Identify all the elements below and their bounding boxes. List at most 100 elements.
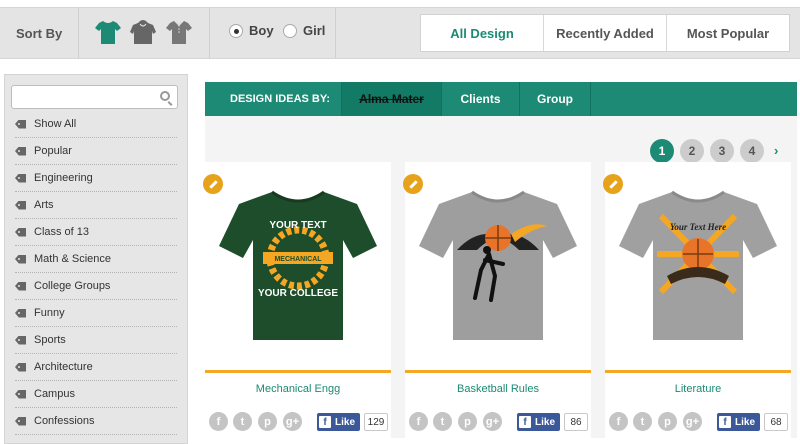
product-card[interactable]: MECHANICAL YOUR TEXT YOUR COLLEGE Mechan… [203,162,391,438]
sort-by-label: Sort By [16,26,63,41]
tag-icon [15,362,26,372]
like-label: Like [535,416,556,428]
pinterest-icon[interactable]: p [258,412,277,431]
category-label: Confessions [34,415,95,427]
like-label: Like [735,416,756,428]
tag-icon [15,308,26,318]
category-label: Engineering [34,172,93,184]
svg-text:MECHANICAL: MECHANICAL [274,256,322,263]
category-label: Funny [34,307,65,319]
facebook-like-button[interactable]: f Like [517,413,560,431]
twitter-icon[interactable]: t [433,412,452,431]
category-label: Sports [34,334,66,346]
like-count: 68 [764,413,788,431]
facebook-icon[interactable]: f [409,412,428,431]
category-sidebar: Show All Popular Engineering Arts Class … [4,74,188,444]
pinterest-icon[interactable]: p [458,412,477,431]
facebook-like-button[interactable]: f Like [717,413,760,431]
search-icon[interactable] [160,91,170,101]
category-label: Show All [34,118,77,130]
google-plus-icon[interactable]: g+ [683,412,702,431]
category-label: Architecture [34,361,93,373]
tag-icon [15,335,26,345]
product-card[interactable]: Your Text Here Literature f t p g+ f Like… [603,162,791,438]
tshirt-literature-image[interactable]: Your Text Here [617,180,779,350]
gender-girl-radio[interactable]: Girl [283,23,325,38]
page-3-button[interactable]: 3 [710,139,734,163]
product-title[interactable]: Mechanical Engg [205,383,391,395]
category-show-all[interactable]: Show All [15,111,177,138]
category-confessions[interactable]: Confessions [15,408,177,435]
svg-text:Your Text Here: Your Text Here [670,222,726,232]
category-campus[interactable]: Campus [15,381,177,408]
gender-girl-label: Girl [303,23,326,38]
category-label: Class of 13 [34,226,90,238]
facebook-icon[interactable]: f [209,412,228,431]
tshirt-icon[interactable] [94,18,122,46]
page-4-button[interactable]: 4 [740,139,764,163]
tag-icon [15,254,26,264]
design-by-clients[interactable]: Clients [441,82,519,116]
tag-icon [15,146,26,156]
design-by-group[interactable]: Group [519,82,591,116]
category-arts[interactable]: Arts [15,192,177,219]
divider [78,8,79,58]
tab-all-design[interactable]: All Design [421,15,544,51]
category-math-science[interactable]: Math & Science [15,246,177,273]
tshirt-basketball-image[interactable] [417,180,579,350]
tshirt-mechanical-image[interactable]: MECHANICAL YOUR TEXT YOUR COLLEGE [217,180,379,350]
svg-text:YOUR TEXT: YOUR TEXT [269,220,326,231]
tag-icon [15,119,26,129]
tab-recently-added[interactable]: Recently Added [544,15,667,51]
category-funny[interactable]: Funny [15,300,177,327]
divider [209,8,210,58]
facebook-f-icon: f [719,416,731,428]
product-card[interactable]: Basketball Rules f t p g+ f Like 86 [403,162,591,438]
facebook-f-icon: f [319,416,331,428]
category-popular[interactable]: Popular [15,138,177,165]
polo-icon[interactable] [165,18,193,46]
facebook-like-button[interactable]: f Like [317,413,360,431]
design-by-alma-mater[interactable]: Alma Mater [341,82,441,116]
divider [605,370,791,373]
category-engineering[interactable]: Engineering [15,165,177,192]
category-label: Math & Science [34,253,112,265]
sort-bar: Sort By Boy Girl All Design Recently Add… [0,7,800,59]
twitter-icon[interactable]: t [233,412,252,431]
next-page-button[interactable]: › [774,143,778,158]
google-plus-icon[interactable]: g+ [483,412,502,431]
google-plus-icon[interactable]: g+ [283,412,302,431]
divider [405,370,591,373]
design-ideas-bar: DESIGN IDEAS BY: Alma Mater Clients Grou… [205,82,797,116]
svg-text:YOUR COLLEGE: YOUR COLLEGE [258,288,338,299]
page-1-button[interactable]: 1 [650,139,674,163]
category-class-of-13[interactable]: Class of 13 [15,219,177,246]
gender-boy-radio[interactable]: Boy [229,23,274,38]
product-title[interactable]: Literature [605,383,791,395]
category-label: Campus [34,388,75,400]
tag-icon [15,173,26,183]
facebook-icon[interactable]: f [609,412,628,431]
hoodie-icon[interactable] [129,18,157,46]
search-input[interactable] [11,85,178,109]
category-label: Arts [34,199,54,211]
page-2-button[interactable]: 2 [680,139,704,163]
pinterest-icon[interactable]: p [658,412,677,431]
category-label: Popular [34,145,72,157]
twitter-icon[interactable]: t [633,412,652,431]
tag-icon [15,389,26,399]
category-sports[interactable]: Sports [15,327,177,354]
category-label: College Groups [34,280,111,292]
facebook-f-icon: f [519,416,531,428]
radio-selected-icon [229,23,243,38]
gender-boy-label: Boy [249,23,274,38]
category-college-groups[interactable]: College Groups [15,273,177,300]
like-count: 129 [364,413,388,431]
like-count: 86 [564,413,588,431]
product-title[interactable]: Basketball Rules [405,383,591,395]
design-ideas-label: DESIGN IDEAS BY: [230,93,331,105]
tab-most-popular[interactable]: Most Popular [667,15,789,51]
divider [205,370,391,373]
category-architecture[interactable]: Architecture [15,354,177,381]
divider [335,8,336,58]
